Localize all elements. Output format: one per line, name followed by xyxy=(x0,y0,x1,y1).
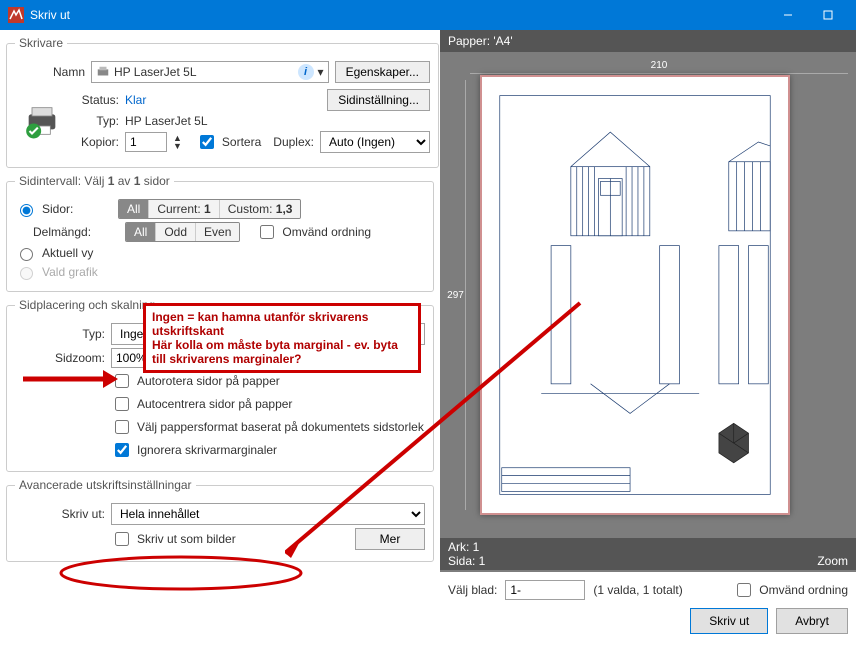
info-icon[interactable]: i xyxy=(298,64,314,80)
preview-footer: Ark: 1 Sida: 1 Zoom xyxy=(440,538,856,570)
copies-label: Kopior: xyxy=(75,135,119,149)
advanced-legend: Avancerade utskriftsinställningar xyxy=(15,478,196,492)
selected-graphic-label: Vald grafik xyxy=(42,265,98,279)
advanced-group: Avancerade utskriftsinställningar Skriv … xyxy=(6,478,434,562)
seg-current[interactable]: Current: 1 xyxy=(149,200,219,218)
bottom-controls: Välj blad: (1 valda, 1 totalt) Omvänd or… xyxy=(440,572,856,650)
print-what-select[interactable]: Hela innehållet xyxy=(111,503,425,525)
duplex-select[interactable]: Auto (Ingen) xyxy=(320,131,430,153)
printer-dropdown-icon[interactable]: ▾ xyxy=(318,65,324,79)
subset-segmented[interactable]: All Odd Even xyxy=(125,222,240,242)
window-titlebar: Skriv ut xyxy=(0,0,856,30)
papersize-doc-label: Välj pappersformat baserat på dokumentet… xyxy=(137,420,424,434)
window-title: Skriv ut xyxy=(30,8,70,22)
zoom-indicator: Zoom xyxy=(817,554,848,568)
pages-radio[interactable] xyxy=(20,204,33,217)
seg-custom[interactable]: Custom: 1,3 xyxy=(220,200,301,218)
page-range-group: Sidintervall: Välj 1 av 1 sidor Sidor: A… xyxy=(6,174,434,292)
page-setup-button[interactable]: Sidinställning... xyxy=(327,89,430,111)
annotation-callout: Ingen = kan hamna utanför skrivarens uts… xyxy=(143,303,421,373)
placement-type-label: Typ: xyxy=(15,327,105,341)
status-label: Status: xyxy=(75,93,119,107)
printer-name-label: Namn xyxy=(15,65,85,79)
autorotate-checkbox[interactable] xyxy=(115,374,129,388)
copies-stepper-icon[interactable]: ▲▼ xyxy=(173,134,182,150)
type-value: HP LaserJet 5L xyxy=(125,114,208,128)
collate-label: Sortera xyxy=(222,135,261,149)
sida-label: Sida: 1 xyxy=(448,554,485,568)
preview-sheet xyxy=(480,75,790,515)
printer-status-icon xyxy=(22,101,62,141)
copies-input[interactable] xyxy=(125,132,167,152)
print-button[interactable]: Skriv ut xyxy=(690,608,768,634)
ark-label: Ark: 1 xyxy=(448,540,848,554)
ruler-left: 297 xyxy=(446,80,466,510)
cancel-button[interactable]: Avbryt xyxy=(776,608,848,634)
autorotate-label: Autorotera sidor på papper xyxy=(137,374,280,388)
duplex-label: Duplex: xyxy=(273,135,314,149)
print-what-label: Skriv ut: xyxy=(15,507,105,521)
seg-sub-all[interactable]: All xyxy=(126,223,156,241)
seg-sub-odd[interactable]: Odd xyxy=(156,223,196,241)
print-as-images-checkbox[interactable] xyxy=(115,532,129,546)
autocenter-label: Autocentrera sidor på papper xyxy=(137,397,292,411)
more-button[interactable]: Mer xyxy=(355,528,425,550)
app-icon xyxy=(8,7,24,23)
printer-legend: Skrivare xyxy=(15,36,67,50)
properties-button[interactable]: Egenskaper... xyxy=(335,61,430,83)
placement-legend: Sidplacering och skalning xyxy=(15,298,159,312)
reverse-order-label: Omvänd ordning xyxy=(282,225,371,239)
printer-small-icon xyxy=(96,65,110,79)
range-legend: Sidintervall: Välj 1 av 1 sidor xyxy=(15,174,174,188)
status-value: Klar xyxy=(125,93,146,107)
seg-all[interactable]: All xyxy=(119,200,149,218)
print-as-images-label: Skriv ut som bilder xyxy=(137,532,236,546)
paper-header: Papper: 'A4' xyxy=(440,30,856,52)
current-view-radio[interactable] xyxy=(20,248,33,261)
autocenter-checkbox[interactable] xyxy=(115,397,129,411)
current-view-label: Aktuell vy xyxy=(42,246,93,260)
pages-which-segmented[interactable]: All Current: 1 Custom: 1,3 xyxy=(118,199,301,219)
window-maximize-button[interactable] xyxy=(808,0,848,30)
collate-checkbox[interactable] xyxy=(200,135,214,149)
preview-pane: Papper: 'A4' 210 297 xyxy=(440,30,856,650)
window-minimize-button[interactable] xyxy=(768,0,808,30)
printer-group: Skrivare Namn HP LaserJet 5L i ▾ Egenska… xyxy=(6,36,439,168)
subset-label: Delmängd: xyxy=(33,225,119,239)
selected-graphic-radio xyxy=(20,267,33,280)
papersize-doc-checkbox[interactable] xyxy=(115,420,129,434)
pages-label: Sidor: xyxy=(42,202,112,216)
zoom-label: Sidzoom: xyxy=(15,351,105,365)
ignore-margins-label: Ignorera skrivarmarginaler xyxy=(137,443,277,457)
select-sheet-label: Välj blad: xyxy=(448,583,497,597)
selected-count: (1 valda, 1 totalt) xyxy=(593,583,682,597)
reverse-order-checkbox[interactable] xyxy=(260,225,274,239)
ignore-margins-checkbox[interactable] xyxy=(115,443,129,457)
reverse-label-bottom: Omvänd ordning xyxy=(759,583,848,597)
type-label: Typ: xyxy=(75,114,119,128)
ruler-top: 210 xyxy=(470,60,848,74)
select-sheet-input[interactable] xyxy=(505,580,585,600)
seg-sub-even[interactable]: Even xyxy=(196,223,239,241)
printer-name-value[interactable]: HP LaserJet 5L xyxy=(114,65,298,79)
reverse-checkbox-bottom[interactable] xyxy=(737,583,751,597)
